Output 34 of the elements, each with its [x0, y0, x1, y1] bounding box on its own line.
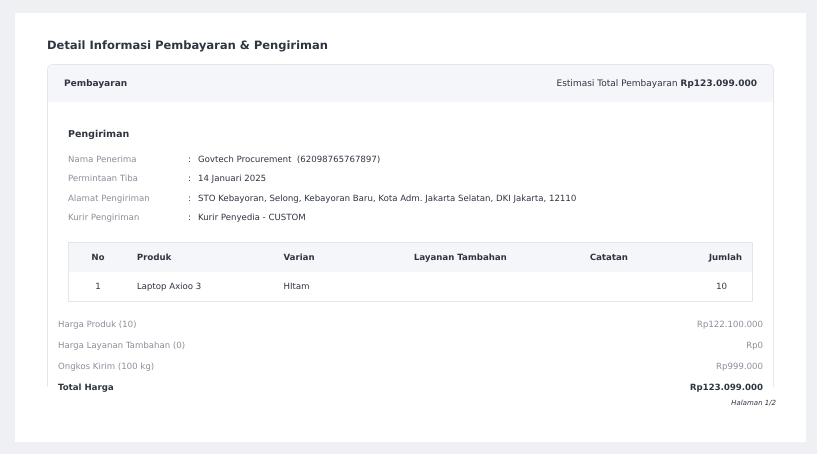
table-cell: HItam: [283, 282, 310, 292]
field-label: Kurir Pengiriman: [68, 213, 140, 224]
summary-value: Rp123.099.000: [690, 382, 763, 392]
summary-label: Ongkos Kirim (100 kg): [58, 362, 154, 372]
shipping-heading: Pengiriman: [68, 129, 130, 140]
summary-label: Total Harga: [58, 382, 114, 392]
table-cell: Laptop Axioo 3: [136, 282, 202, 292]
colon: :: [188, 194, 192, 204]
payment-label: Pembayaran: [64, 78, 128, 88]
field-label: Nama Penerima: [68, 154, 138, 165]
field-value: Govtech Procurement (62098765767897): [198, 154, 380, 165]
colon: :: [188, 154, 192, 165]
column-header: Catatan: [558, 242, 660, 272]
table-cell: 10: [716, 282, 727, 292]
column-header: No: [68, 242, 127, 272]
field-value: 14 Januari 2025: [198, 174, 266, 184]
field-value: Kurir Penyedia - CUSTOM: [198, 213, 306, 224]
summary-label: Harga Produk (10): [58, 320, 136, 330]
summary-value: Rp0: [746, 340, 763, 350]
column-header: Varian: [273, 242, 362, 272]
column-header: Layanan Tambahan: [362, 242, 558, 272]
summary-label: Harga Layanan Tambahan (0): [58, 340, 186, 350]
field-label: Permintaan Tiba: [68, 174, 139, 184]
field-label: Alamat Pengiriman: [68, 194, 151, 204]
colon: :: [188, 174, 192, 184]
column-header: Jumlah: [659, 242, 752, 272]
colon: :: [188, 213, 192, 224]
estimate-text: Estimasi Total Pembayaran Rp123.099.000: [556, 78, 757, 88]
field-value: STO Kebayoran, Selong, Kebayoran Baru, Kota Adm. Jakarta Selatan, DKI Jakarta, 12110: [198, 194, 576, 204]
summary-value: Rp122.100.000: [696, 320, 763, 330]
summary-value: Rp999.000: [716, 362, 763, 372]
table-cell: 1: [95, 282, 101, 292]
column-header: Produk: [126, 242, 274, 272]
section-title: Detail Informasi Pembayaran & Pengiriman: [47, 38, 328, 52]
